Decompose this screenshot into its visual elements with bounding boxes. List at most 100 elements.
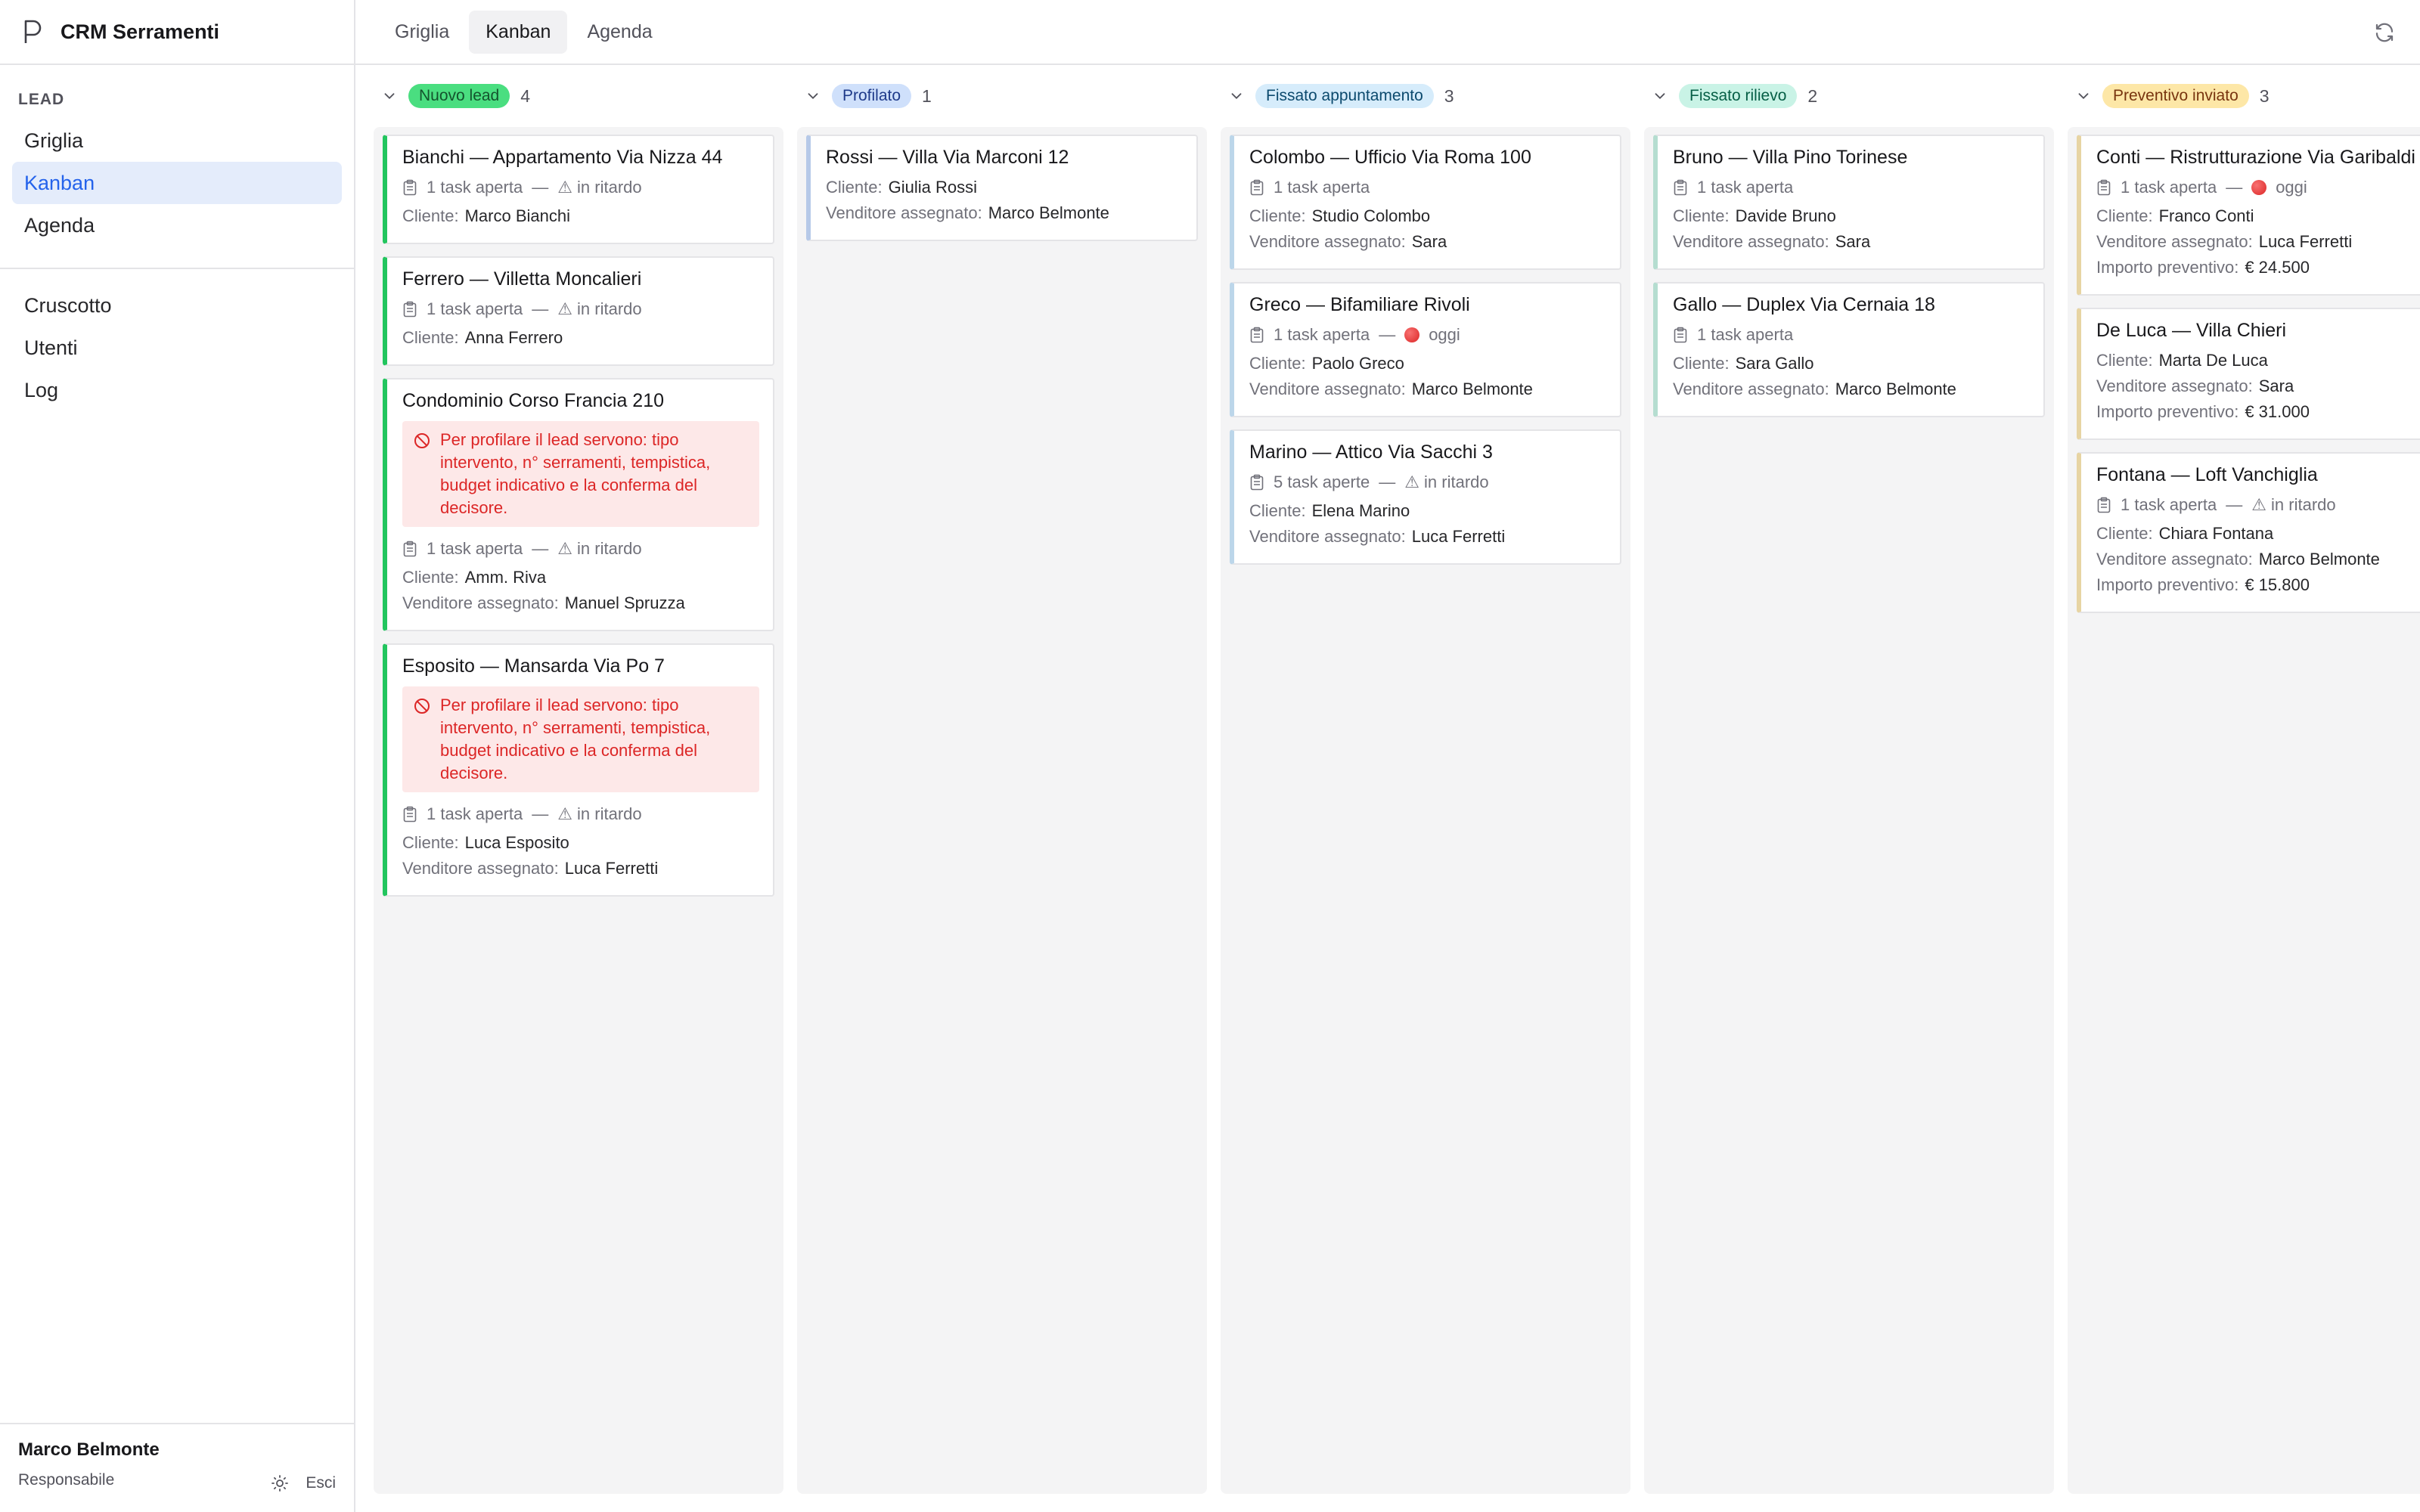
tab-kanban[interactable]: Kanban (469, 10, 568, 54)
lead-card[interactable]: Fontana — Loft Vanchiglia 1 task aperta — ⚠… (2077, 452, 2420, 613)
field-value: Marco Belmonte (2258, 550, 2380, 569)
kanban-column: Profilato 1 Rossi — Villa Via Marconi 12 Cl… (797, 80, 1207, 1494)
lead-title: Esposito — Mansarda Via Po 7 (402, 655, 665, 677)
user-actions: Esci (271, 1474, 336, 1492)
task-status: 1 task aperta (1249, 178, 1606, 197)
app-logo-icon (24, 20, 42, 43)
task-separator: — (532, 804, 549, 823)
field-value: Marco Bianchi (464, 206, 570, 225)
column-header[interactable]: Nuovo lead 4 (374, 80, 783, 112)
ban-icon (414, 699, 430, 714)
app-title: CRM Serramenti (60, 20, 220, 43)
lead-card[interactable]: Colombo — Ufficio Via Roma 100 1 task ape… (1230, 135, 1621, 270)
chevron-down-icon[interactable] (381, 88, 398, 104)
chevron-down-icon[interactable] (2075, 88, 2092, 104)
sidebar-item-utenti[interactable]: Utenti (12, 327, 342, 369)
field-label: Cliente: (402, 568, 459, 587)
field-label: Venditore assegnato: (2096, 550, 2253, 569)
field-value: Chiara Fontana (2158, 524, 2274, 543)
tab-griglia[interactable]: Griglia (378, 11, 466, 54)
task-due: oggi (2276, 178, 2307, 197)
column-header[interactable]: Preventivo inviato 3 (2068, 80, 2420, 112)
theme-toggle-icon[interactable] (271, 1474, 289, 1492)
task-due: ⚠ in ritardo (557, 178, 642, 197)
app-root: CRM Serramenti LEAD Griglia Kanban Agend… (0, 0, 2420, 1512)
lead-field: Importo preventivo: € 24.500 (2096, 258, 2420, 277)
column-body: Rossi — Villa Via Marconi 12 Cliente: Giul… (797, 127, 1207, 1494)
field-label: Cliente: (402, 328, 459, 347)
clipboard-icon (1250, 327, 1264, 343)
user-name: Marco Belmonte (18, 1439, 160, 1460)
clipboard-icon (403, 541, 417, 557)
lead-card[interactable]: Greco — Bifamiliare Rivoli 1 task aperta —… (1230, 282, 1621, 417)
task-count: 1 task aperta (427, 539, 523, 558)
logout-button[interactable]: Esci (306, 1474, 336, 1492)
field-label: Cliente: (2096, 524, 2153, 543)
sidebar-item-kanban[interactable]: Kanban (12, 162, 342, 204)
lead-field: Venditore assegnato: Marco Belmonte (1673, 380, 2030, 399)
sidebar-item-cruscotto[interactable]: Cruscotto (12, 284, 342, 327)
lead-card[interactable]: Gallo — Duplex Via Cernaia 18 1 task aper… (1653, 282, 2045, 417)
status-badge: Preventivo inviato (2102, 84, 2249, 108)
lead-card[interactable]: Esposito — Mansarda Via Po 7 Per profilar… (383, 643, 774, 897)
lead-field: Importo preventivo: € 15.800 (2096, 575, 2420, 595)
column-body: Colombo — Ufficio Via Roma 100 1 task ape… (1221, 127, 1630, 1494)
chevron-down-icon[interactable] (1228, 88, 1245, 104)
lead-title: Bruno — Villa Pino Torinese (1673, 147, 1908, 168)
main-area: Griglia Kanban Agenda Nuovo lead 4 Bianchi… (355, 0, 2420, 1512)
field-value: Marta De Luca (2158, 351, 2268, 370)
field-label: Cliente: (1249, 501, 1306, 520)
lead-card[interactable]: Bianchi — Appartamento Via Nizza 44 1 tas… (383, 135, 774, 244)
lead-card[interactable]: Marino — Attico Via Sacchi 3 5 task apert… (1230, 429, 1621, 565)
sidebar-item-griglia[interactable]: Griglia (12, 119, 342, 162)
brand[interactable]: CRM Serramenti (0, 0, 354, 65)
lead-field: Venditore assegnato: Manuel Spruzza (402, 593, 759, 613)
lead-title: Marino — Attico Via Sacchi 3 (1249, 442, 1493, 463)
task-due: ⚠ in ritardo (1404, 472, 1489, 491)
chevron-down-icon[interactable] (1652, 88, 1668, 104)
column-header[interactable]: Profilato 1 (797, 80, 1207, 112)
column-header[interactable]: Fissato appuntamento 3 (1221, 80, 1630, 112)
ban-icon (414, 433, 430, 448)
refresh-icon[interactable] (2373, 21, 2396, 44)
field-label: Importo preventivo: (2096, 258, 2239, 277)
lead-card[interactable]: Bruno — Villa Pino Torinese 1 task aperta… (1653, 135, 2045, 270)
field-label: Cliente: (1249, 354, 1306, 373)
column-body: Bruno — Villa Pino Torinese 1 task aperta… (1644, 127, 2054, 1494)
lead-card[interactable]: De Luca — Villa Chieri Cliente: Marta De L… (2077, 308, 2420, 440)
lead-title: Colombo — Ufficio Via Roma 100 (1249, 147, 1531, 168)
lead-field: Cliente: Elena Marino (1249, 501, 1606, 521)
due-today-dot-icon (1404, 327, 1420, 342)
task-count: 1 task aperta (427, 804, 523, 823)
task-count: 1 task aperta (2121, 178, 2217, 197)
field-label: Venditore assegnato: (1249, 380, 1406, 398)
lead-card[interactable]: Conti — Ristrutturazione Via Garibaldi 1 … (2077, 135, 2420, 296)
field-value: Giulia Rossi (888, 178, 977, 197)
lead-field: Venditore assegnato: Sara (1249, 232, 1606, 252)
task-due: ⚠ in ritardo (557, 539, 642, 558)
lead-card[interactable]: Ferrero — Villetta Moncalieri 1 task aper… (383, 256, 774, 366)
column-body: Bianchi — Appartamento Via Nizza 44 1 tas… (374, 127, 783, 1494)
lead-card[interactable]: Condominio Corso Francia 210 Per profilar… (383, 378, 774, 631)
task-separator: — (532, 299, 549, 318)
lead-title: Rossi — Villa Via Marconi 12 (826, 147, 1069, 168)
lead-card[interactable]: Rossi — Villa Via Marconi 12 Cliente: Giul… (806, 135, 1198, 241)
field-label: Importo preventivo: (2096, 402, 2239, 421)
sidebar-item-log[interactable]: Log (12, 369, 342, 411)
tab-agenda[interactable]: Agenda (570, 11, 669, 54)
field-label: Cliente: (2096, 351, 2153, 370)
chevron-down-icon[interactable] (805, 88, 821, 104)
field-value: Sara (1411, 232, 1447, 251)
field-value: Paolo Greco (1311, 354, 1404, 373)
kanban-column: Preventivo inviato 3 Conti — Ristrutturazi… (2068, 80, 2420, 1494)
field-value: Luca Ferretti (1411, 527, 1506, 546)
lead-title: Gallo — Duplex Via Cernaia 18 (1673, 294, 1935, 315)
lead-field: Cliente: Franco Conti (2096, 206, 2420, 226)
kanban-column: Nuovo lead 4 Bianchi — Appartamento Via Ni… (374, 80, 783, 1494)
sidebar-item-agenda[interactable]: Agenda (12, 204, 342, 246)
lead-field: Venditore assegnato: Marco Belmonte (2096, 550, 2420, 569)
task-count: 1 task aperta (427, 299, 523, 318)
lead-field: Cliente: Anna Ferrero (402, 328, 759, 348)
column-header[interactable]: Fissato rilievo 2 (1644, 80, 2054, 112)
field-label: Cliente: (1673, 206, 1730, 225)
